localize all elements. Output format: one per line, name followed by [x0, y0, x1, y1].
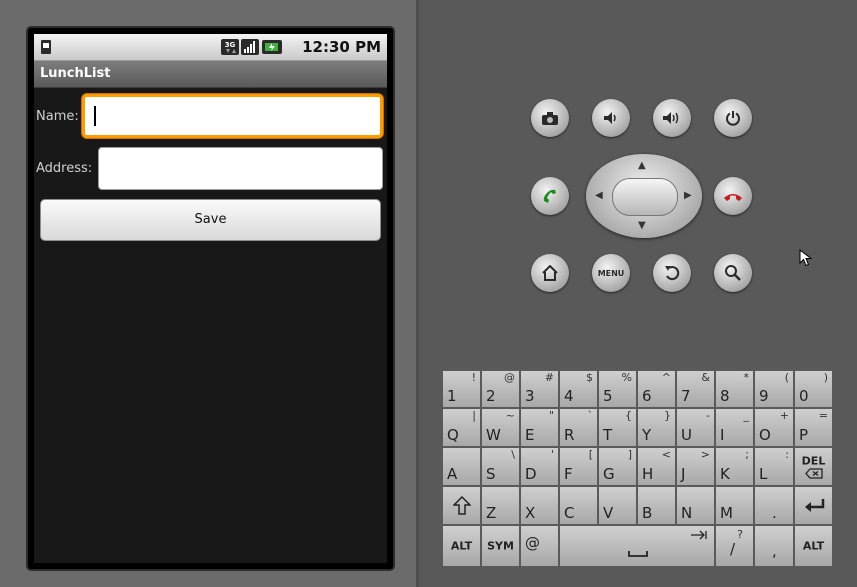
end-call-icon	[724, 194, 742, 201]
volume-down-button[interactable]	[592, 99, 630, 137]
key-d[interactable]: D '	[520, 447, 559, 486]
key-q[interactable]: Q |	[442, 408, 481, 447]
key-at[interactable]: @	[520, 525, 559, 567]
key-del[interactable]: DEL	[794, 447, 833, 486]
key-5[interactable]: 5%	[598, 370, 637, 408]
dpad-right-icon[interactable]: ▶	[684, 190, 692, 201]
key-alt-right[interactable]: ALT	[794, 525, 833, 567]
app-title: LunchList	[40, 66, 111, 81]
search-button[interactable]	[714, 254, 752, 292]
key-comma[interactable]: ,	[754, 525, 794, 567]
key-space[interactable]	[559, 525, 715, 567]
power-icon	[726, 111, 740, 126]
key-c[interactable]: C	[559, 486, 598, 525]
key-w[interactable]: W ~	[481, 408, 520, 447]
text-cursor	[94, 106, 96, 126]
dpad-down-icon[interactable]: ▼	[638, 220, 646, 231]
enter-icon	[805, 499, 825, 512]
key-2[interactable]: 2 @	[481, 370, 520, 408]
key-9[interactable]: 9(	[754, 370, 794, 408]
key-y[interactable]: Y}	[637, 408, 676, 447]
camera-icon	[542, 111, 558, 125]
key-g[interactable]: G]	[598, 447, 637, 486]
key-a[interactable]: A	[442, 447, 481, 486]
key-sym[interactable]: SYM	[481, 525, 520, 567]
status-clock: 12:30 PM	[302, 38, 381, 56]
device-screen: 3G 12:30 PM LunchList Name: Address: Sav…	[28, 28, 393, 569]
sim-card-icon	[41, 40, 51, 54]
key-j[interactable]: J >	[676, 447, 715, 486]
key-period[interactable]: .	[754, 486, 794, 525]
address-input[interactable]	[98, 147, 383, 190]
address-label: Address:	[36, 161, 93, 176]
search-icon	[725, 265, 741, 281]
key-k[interactable]: K;	[715, 447, 754, 486]
dpad[interactable]: ▲ ▼ ◀ ▶	[586, 154, 702, 238]
back-button[interactable]	[653, 254, 691, 292]
backspace-icon	[805, 468, 823, 479]
status-bar: 3G 12:30 PM	[34, 34, 387, 61]
space-icon	[628, 551, 648, 557]
home-button[interactable]	[531, 254, 569, 292]
battery-charging-icon	[262, 40, 282, 54]
mouse-pointer-icon	[799, 249, 813, 267]
key-enter[interactable]	[794, 486, 833, 525]
call-button[interactable]	[531, 177, 569, 215]
volume-up-icon	[663, 112, 679, 124]
key-n[interactable]: N	[676, 486, 715, 525]
key-alt-left[interactable]: ALT	[442, 525, 481, 567]
key-f[interactable]: F[	[559, 447, 598, 486]
key-l[interactable]: L:	[754, 447, 794, 486]
app-title-bar: LunchList	[34, 61, 387, 88]
key-shift[interactable]	[442, 486, 481, 525]
key-8[interactable]: 8 *	[715, 370, 754, 408]
power-button[interactable]	[714, 99, 752, 137]
dpad-left-icon[interactable]: ◀	[595, 190, 603, 201]
tab-icon	[691, 530, 707, 540]
dpad-up-icon[interactable]: ▲	[638, 160, 646, 171]
volume-down-icon	[604, 112, 616, 124]
network-type-label: 3G	[225, 41, 236, 49]
key-1[interactable]: 1!	[442, 370, 481, 408]
key-0[interactable]: 0)	[794, 370, 833, 408]
key-r[interactable]: R `	[559, 408, 598, 447]
name-label: Name:	[36, 109, 79, 124]
shift-icon	[453, 496, 471, 515]
key-b[interactable]: B	[637, 486, 676, 525]
camera-button[interactable]	[531, 99, 569, 137]
emulator-keyboard: 1! 2 @ 3 # 4 $ 5% 6 ^ 7 & 8 * 9( 0) Q | W ~ E " R…	[442, 370, 833, 567]
key-o[interactable]: O +	[754, 408, 794, 447]
key-u[interactable]: U-	[676, 408, 715, 447]
signal-strength-icon	[241, 39, 259, 55]
network-3g-icon: 3G	[221, 39, 239, 55]
dpad-center-button[interactable]	[612, 178, 678, 216]
key-p[interactable]: P =	[794, 408, 833, 447]
key-6[interactable]: 6 ^	[637, 370, 676, 408]
key-slash[interactable]: /?	[715, 525, 754, 567]
home-icon	[542, 265, 558, 281]
end-call-button[interactable]	[714, 177, 752, 215]
key-s[interactable]: S \	[481, 447, 520, 486]
key-4[interactable]: 4 $	[559, 370, 598, 408]
key-v[interactable]: V	[598, 486, 637, 525]
save-button[interactable]: Save	[40, 199, 381, 241]
menu-button[interactable]: MENU	[592, 254, 630, 292]
key-3[interactable]: 3 #	[520, 370, 559, 408]
volume-up-button[interactable]	[653, 99, 691, 137]
app-display: 3G 12:30 PM LunchList Name: Address: Sav…	[34, 34, 387, 563]
key-7[interactable]: 7 &	[676, 370, 715, 408]
key-t[interactable]: T{	[598, 408, 637, 447]
key-e[interactable]: E "	[520, 408, 559, 447]
key-m[interactable]: M	[715, 486, 754, 525]
key-x[interactable]: X	[520, 486, 559, 525]
key-z[interactable]: Z	[481, 486, 520, 525]
phone-call-icon	[543, 189, 556, 203]
back-icon	[665, 266, 680, 281]
key-h[interactable]: H <	[637, 447, 676, 486]
name-input[interactable]	[82, 94, 383, 138]
key-i[interactable]: I _	[715, 408, 754, 447]
